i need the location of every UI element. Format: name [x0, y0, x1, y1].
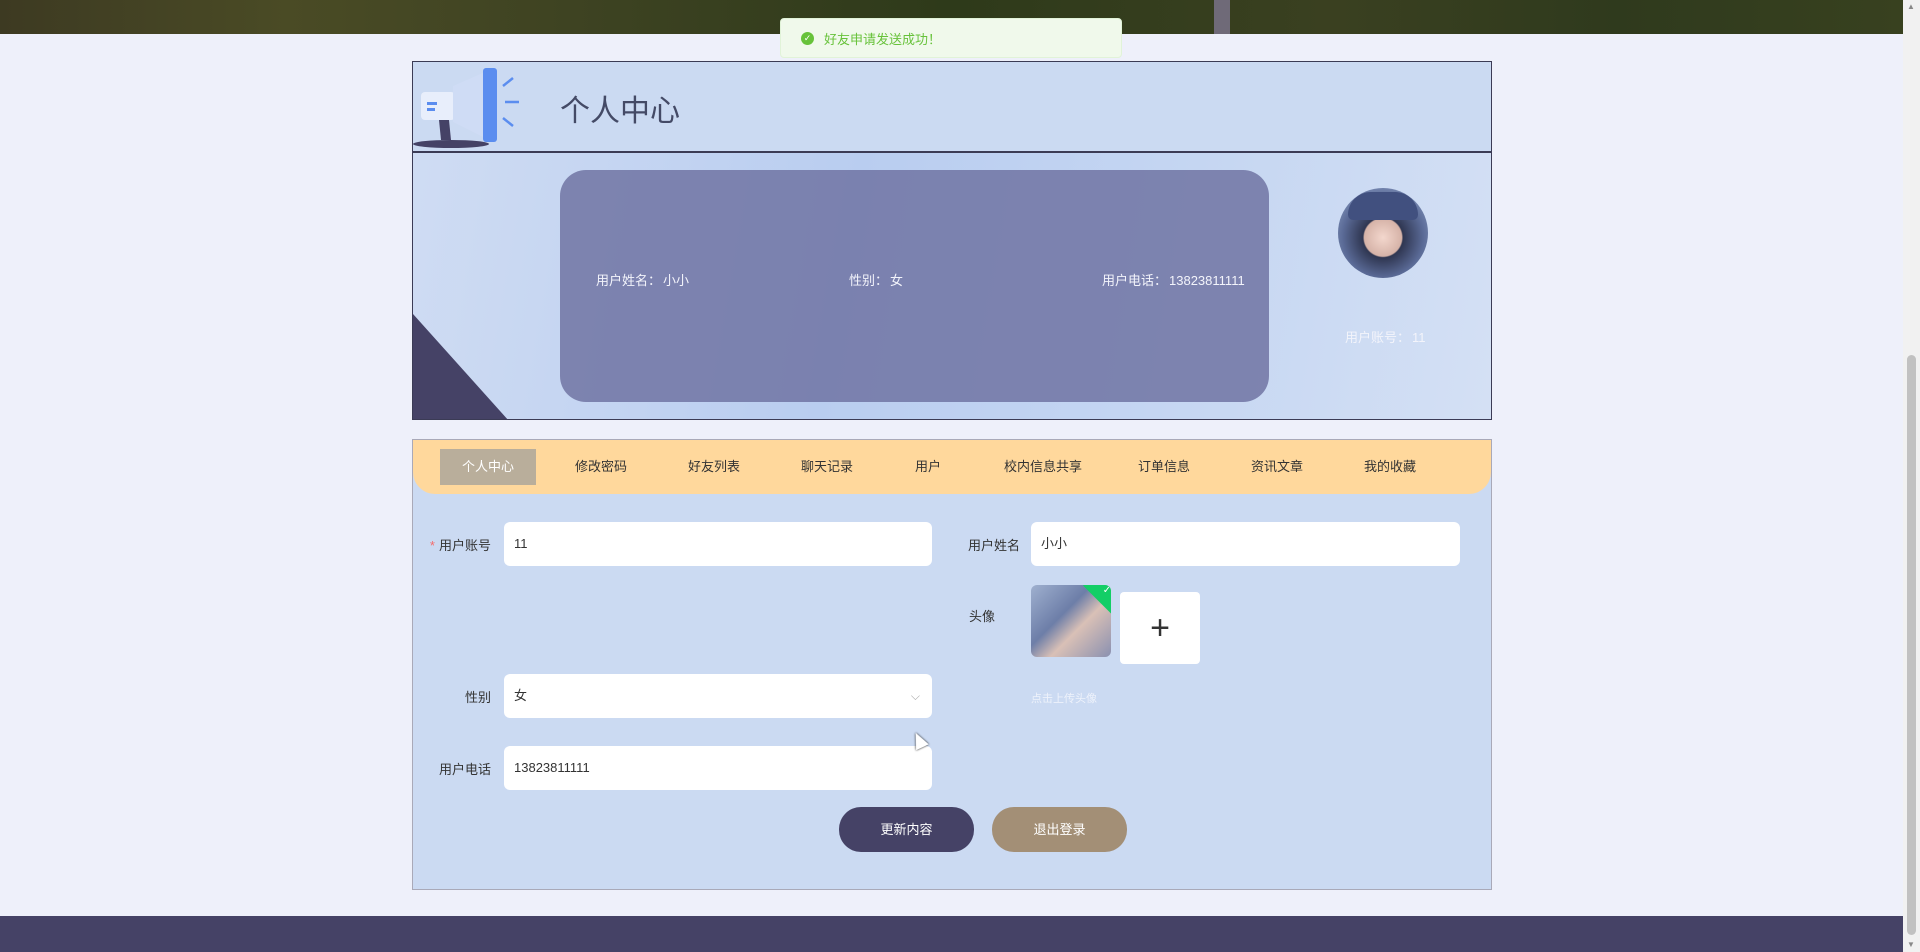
phone-input[interactable]: 13823811111: [504, 746, 932, 790]
profile-card: 个人中心 用户姓名： 小小 性别：女 用户电话： 13823811111 用户账号：…: [412, 61, 1492, 420]
footer: [0, 916, 1903, 952]
user-phone-info: 用户电话： 13823811111: [1102, 273, 1245, 288]
account-input[interactable]: 11: [504, 522, 932, 566]
account-label: * 用户账号: [429, 538, 491, 553]
settings-panel: 个人中心 修改密码 好友列表 聊天记录 用户 校内信息共享 订单信息 资讯文章 …: [412, 439, 1492, 890]
plus-icon: +: [1150, 608, 1170, 647]
name-input[interactable]: 小小: [1031, 522, 1460, 566]
scroll-up-icon[interactable]: ▲: [1907, 2, 1915, 11]
success-toast: ✓ 好友申请发送成功！: [780, 18, 1122, 58]
gender-label: 性别: [464, 690, 491, 705]
page-scrollbar[interactable]: ▲ ▼: [1903, 0, 1920, 952]
required-mark: *: [429, 538, 435, 553]
avatar-label: 头像: [968, 609, 995, 624]
phone-label: 用户电话: [438, 762, 491, 777]
profile-card-header: 个人中心: [413, 62, 1491, 153]
tab-friend-list[interactable]: 好友列表: [666, 449, 762, 485]
user-gender-info: 性别：女: [849, 273, 904, 288]
upload-avatar-button[interactable]: +: [1120, 592, 1200, 664]
scroll-down-icon[interactable]: ▼: [1907, 940, 1915, 949]
chevron-down-icon: ⌵: [910, 689, 920, 703]
avatar-hat: [1348, 192, 1418, 220]
tab-campus-info[interactable]: 校内信息共享: [983, 449, 1103, 485]
gender-select[interactable]: 女 ⌵: [504, 674, 932, 718]
name-label: 用户姓名: [967, 538, 1020, 553]
check-icon: ✓: [1102, 585, 1111, 596]
tab-personal-center[interactable]: 个人中心: [440, 449, 536, 485]
profile-card-body: 用户姓名： 小小 性别：女 用户电话： 13823811111 用户账号： 11: [413, 153, 1491, 419]
tab-articles[interactable]: 资讯文章: [1229, 449, 1325, 485]
user-account-info: 用户账号： 11: [1345, 330, 1426, 345]
tab-favorites[interactable]: 我的收藏: [1342, 449, 1438, 485]
avatar-thumbnail[interactable]: ✓: [1031, 585, 1111, 657]
tab-chat-records[interactable]: 聊天记录: [779, 449, 875, 485]
tab-users[interactable]: 用户: [888, 449, 968, 485]
gender-select-value: 女: [514, 688, 528, 703]
tab-orders[interactable]: 订单信息: [1116, 449, 1212, 485]
upload-hint: 点击上传头像: [1031, 693, 1097, 705]
logout-button[interactable]: 退出登录: [992, 807, 1127, 852]
toast-message: 好友申请发送成功！: [824, 31, 942, 47]
tab-change-password[interactable]: 修改密码: [553, 449, 649, 485]
decorative-triangle: [413, 314, 509, 419]
update-button[interactable]: 更新内容: [839, 807, 974, 852]
avatar: [1338, 188, 1428, 278]
banner-pole: [1214, 0, 1230, 34]
upload-success-badge: ✓: [1083, 585, 1111, 614]
page-title: 个人中心: [560, 95, 680, 128]
user-info-panel: 用户姓名： 小小 性别：女 用户电话： 13823811111: [560, 170, 1269, 402]
tab-bar: 个人中心 修改密码 好友列表 聊天记录 用户 校内信息共享 订单信息 资讯文章 …: [413, 440, 1491, 494]
check-circle-icon: ✓: [801, 31, 814, 45]
user-name-info: 用户姓名： 小小: [596, 273, 690, 288]
megaphone-icon: [413, 68, 519, 148]
scrollbar-thumb[interactable]: [1907, 355, 1916, 935]
